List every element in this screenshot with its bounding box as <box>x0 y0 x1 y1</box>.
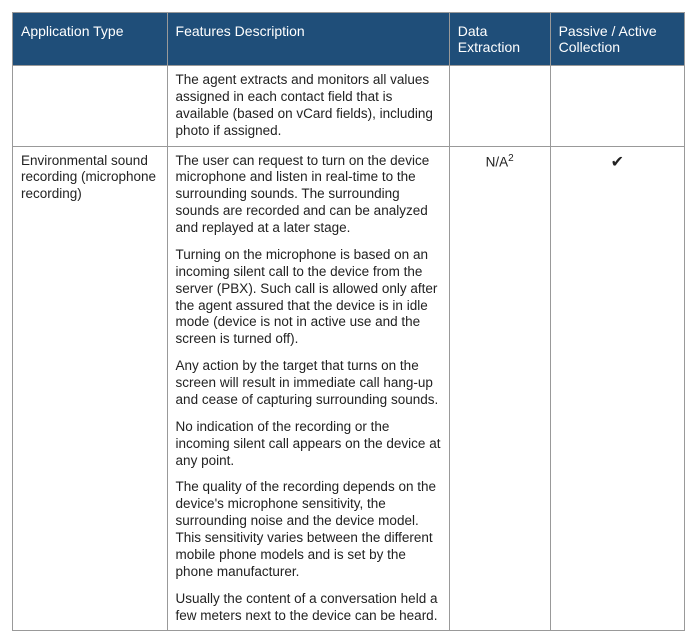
cell-application-type <box>13 66 168 147</box>
header-data-extraction: Data Extraction <box>449 13 550 66</box>
cell-collection <box>550 66 684 147</box>
header-features-description: Features Description <box>167 13 449 66</box>
header-collection: Passive / Active Collection <box>550 13 684 66</box>
feature-paragraph: The agent extracts and monitors all valu… <box>176 72 441 140</box>
feature-paragraph: No indication of the recording or the in… <box>176 419 441 470</box>
features-table: Application Type Features Description Da… <box>12 12 685 631</box>
na-text: N/A <box>486 154 509 169</box>
cell-features: The user can request to turn on the devi… <box>167 146 449 631</box>
feature-paragraph: Any action by the target that turns on t… <box>176 358 441 409</box>
cell-data-extraction: N/A2 <box>449 146 550 631</box>
table-row: Environmental sound recording (microphon… <box>13 146 685 631</box>
header-application-type: Application Type <box>13 13 168 66</box>
cell-collection: ✔ <box>550 146 684 631</box>
feature-paragraph: Usually the content of a conversation he… <box>176 591 441 625</box>
table-row: The agent extracts and monitors all valu… <box>13 66 685 147</box>
check-icon: ✔ <box>611 154 624 171</box>
feature-paragraph: The user can request to turn on the devi… <box>176 153 441 237</box>
feature-paragraph: Turning on the microphone is based on an… <box>176 247 441 348</box>
cell-data-extraction <box>449 66 550 147</box>
feature-paragraph: The quality of the recording depends on … <box>176 479 441 580</box>
cell-features: The agent extracts and monitors all valu… <box>167 66 449 147</box>
table-header-row: Application Type Features Description Da… <box>13 13 685 66</box>
footnote-superscript: 2 <box>508 153 514 164</box>
cell-application-type: Environmental sound recording (microphon… <box>13 146 168 631</box>
